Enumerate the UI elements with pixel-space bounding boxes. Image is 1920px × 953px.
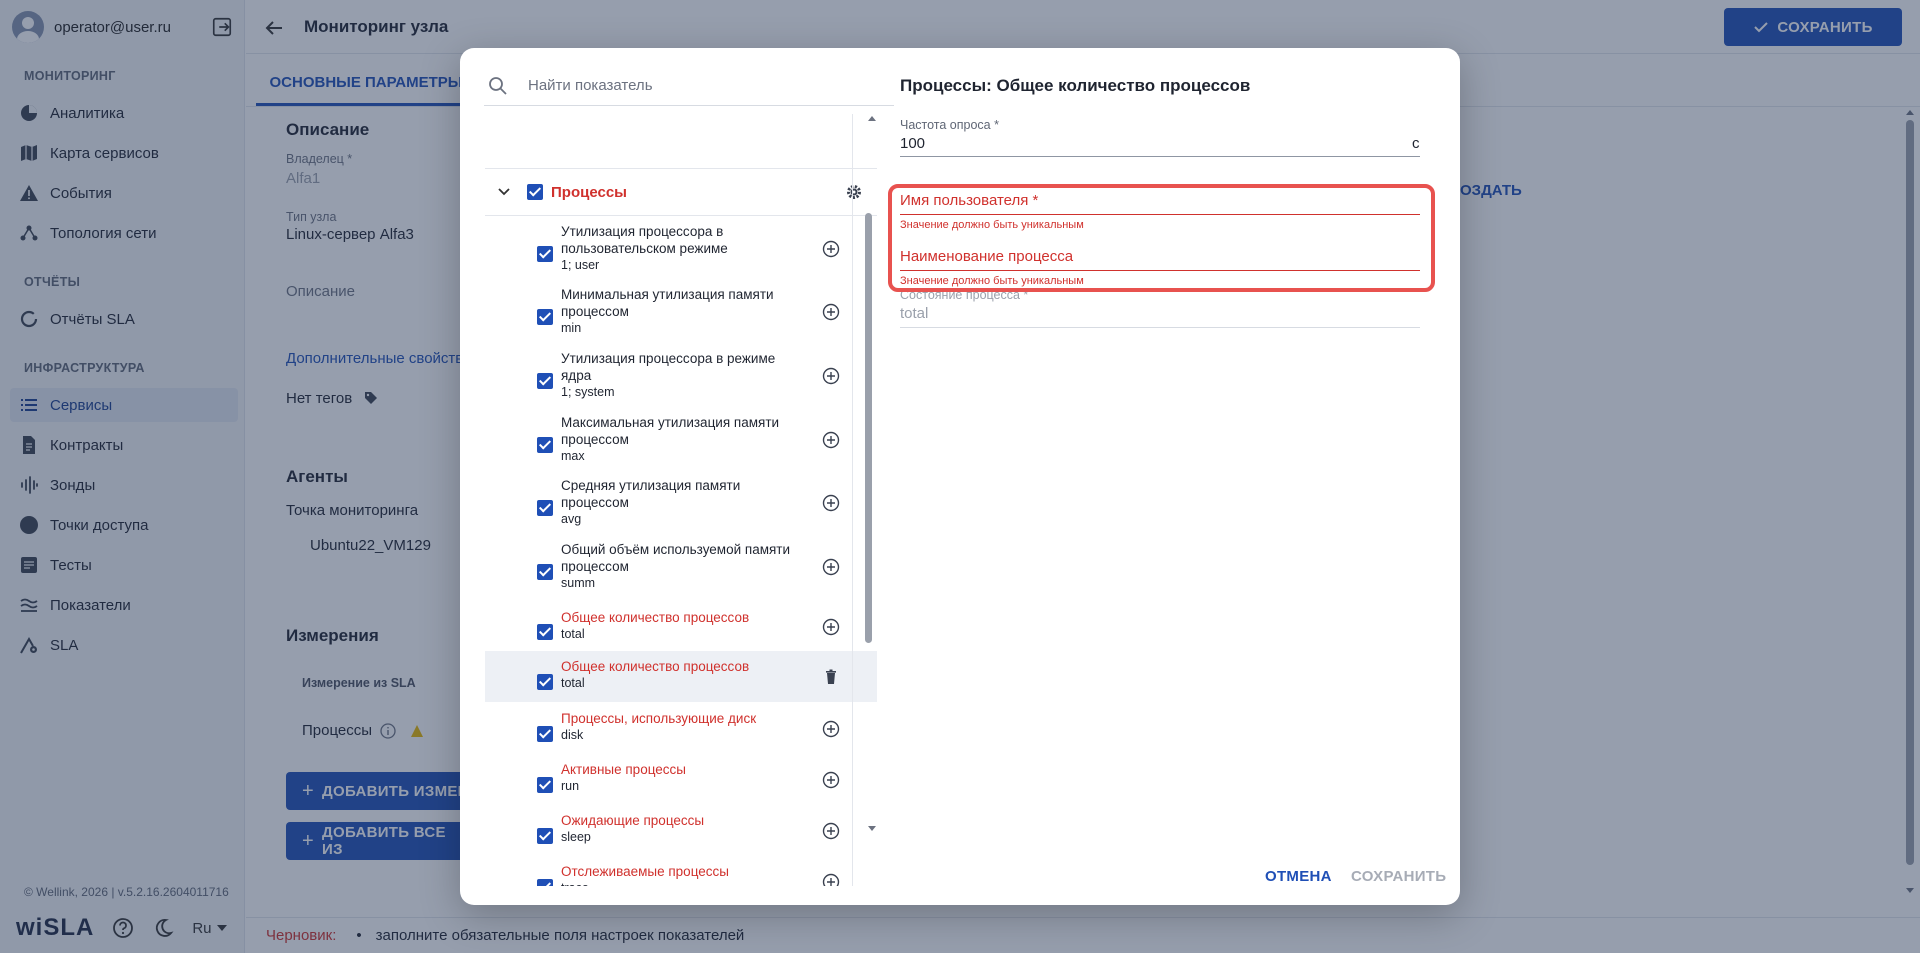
list-item[interactable]: Утилизация процессора в пользовательском… <box>485 217 877 280</box>
add-circle-icon[interactable] <box>822 771 840 789</box>
item-text: Отслеживаемые процессыtrace <box>561 863 791 886</box>
item-name: Минимальная утилизация памяти процессом <box>561 287 774 319</box>
item-checkbox[interactable] <box>537 776 553 793</box>
item-checkbox[interactable] <box>537 308 553 325</box>
item-sub: 1; user <box>561 258 600 272</box>
group-checkbox[interactable] <box>527 184 543 200</box>
list-divider <box>852 114 853 886</box>
group-row-processes[interactable]: Процессы <box>485 168 877 216</box>
list-item[interactable]: Минимальная утилизация памяти процессом m… <box>485 280 877 343</box>
item-name: Максимальная утилизация памяти процессом <box>561 415 780 447</box>
item-sub: summ <box>561 576 596 590</box>
list-scroll-down[interactable] <box>868 826 876 831</box>
group-label: Процессы <box>551 183 627 201</box>
list-item[interactable]: Активные процессы run <box>485 754 877 805</box>
item-name: Средняя утилизация памяти процессом <box>561 478 741 510</box>
detail-title: Процессы: Общее количество процессов <box>900 76 1251 95</box>
list-item[interactable]: Общий объём используемой памяти процессо… <box>485 535 877 598</box>
add-circle-icon[interactable] <box>822 303 840 321</box>
item-name: Общее количество процессов <box>561 610 750 625</box>
item-text: Ожидающие процессы sleep <box>561 812 791 845</box>
poll-label: Частота опроса * <box>900 118 999 132</box>
list-scrollbar[interactable] <box>865 213 872 643</box>
item-sub: max <box>561 449 585 463</box>
item-sub: disk <box>561 728 584 742</box>
gear-icon[interactable] <box>845 183 863 201</box>
item-checkbox[interactable] <box>537 372 553 389</box>
item-sub: total <box>561 627 585 641</box>
cancel-button[interactable]: ОТМЕНА <box>1265 868 1332 885</box>
trash-icon[interactable] <box>822 668 840 686</box>
item-text: Процессы, использующие диск disk <box>561 710 791 743</box>
item-checkbox[interactable] <box>537 245 553 262</box>
add-circle-icon[interactable] <box>822 720 840 738</box>
indicator-dialog: Процессы Утилизация процессора в пользов… <box>460 48 1460 905</box>
item-checkbox[interactable] <box>537 563 553 580</box>
item-text: Минимальная утилизация памяти процессом m… <box>561 286 791 336</box>
add-circle-icon[interactable] <box>822 873 840 887</box>
item-sub: sleep <box>561 830 591 844</box>
list-item[interactable]: Процессы, использующие диск disk <box>485 703 877 754</box>
list-item[interactable]: Максимальная утилизация памяти процессом… <box>485 408 877 471</box>
item-name: Утилизация процессора в режиме ядра <box>561 351 776 383</box>
add-circle-icon[interactable] <box>822 822 840 840</box>
item-checkbox[interactable] <box>537 827 553 844</box>
item-text: Общий объём используемой памяти процессо… <box>561 541 791 591</box>
item-text: Максимальная утилизация памяти процессом… <box>561 414 791 464</box>
item-checkbox[interactable] <box>537 673 553 690</box>
item-text: Общее количество процессов total <box>561 658 791 691</box>
add-circle-icon[interactable] <box>822 240 840 258</box>
item-name: Общее количество процессов <box>561 659 750 674</box>
item-checkbox[interactable] <box>537 499 553 516</box>
chevron-down-icon[interactable] <box>495 183 513 201</box>
item-name: Утилизация процессора в пользовательском… <box>561 224 728 256</box>
item-name: Общий объём используемой памяти процессо… <box>561 542 791 574</box>
list-item[interactable]: Общее количество процессов total <box>485 651 877 702</box>
error-highlight-box <box>888 184 1435 292</box>
item-checkbox[interactable] <box>537 725 553 742</box>
state-underline <box>900 327 1420 328</box>
item-checkbox[interactable] <box>537 436 553 453</box>
item-name: Процессы, использующие диск <box>561 711 757 726</box>
item-checkbox[interactable] <box>537 878 553 886</box>
item-sub: trace <box>561 880 791 886</box>
add-circle-icon[interactable] <box>822 494 840 512</box>
item-text: Утилизация процессора в режиме ядра 1; sy… <box>561 350 791 400</box>
list-scroll-up[interactable] <box>868 116 876 121</box>
item-name: Отслеживаемые процессы <box>561 864 729 879</box>
add-circle-icon[interactable] <box>822 431 840 449</box>
list-item[interactable]: Средняя утилизация памяти процессом avg <box>485 471 877 534</box>
search-icon <box>489 76 507 95</box>
item-sub: min <box>561 321 582 335</box>
add-circle-icon[interactable] <box>822 618 840 636</box>
item-text: Средняя утилизация памяти процессом avg <box>561 477 791 527</box>
search-input[interactable] <box>528 77 878 94</box>
item-sub: 1; system <box>561 385 615 399</box>
add-circle-icon[interactable] <box>822 367 840 385</box>
indicator-list: Процессы Утилизация процессора в пользов… <box>485 114 895 886</box>
item-name: Активные процессы <box>561 762 686 777</box>
item-text: Общее количество процессов total <box>561 609 791 642</box>
item-sub: run <box>561 779 580 793</box>
list-item[interactable]: Утилизация процессора в режиме ядра 1; sy… <box>485 344 877 407</box>
add-circle-icon[interactable] <box>822 558 840 576</box>
poll-unit: с <box>1412 135 1420 152</box>
list-item[interactable]: Общее количество процессов total <box>485 602 877 651</box>
list-item[interactable]: Отслеживаемые процессыtrace <box>485 856 877 886</box>
item-text: Утилизация процессора в пользовательском… <box>561 223 791 273</box>
poll-underline <box>900 156 1420 157</box>
item-sub: avg <box>561 512 582 526</box>
item-checkbox[interactable] <box>537 623 553 640</box>
poll-input[interactable]: 100 <box>900 135 925 152</box>
item-name: Ожидающие процессы <box>561 813 705 828</box>
list-item[interactable]: Ожидающие процессы sleep <box>485 805 877 856</box>
search-box <box>484 66 894 106</box>
state-field: total <box>900 305 929 322</box>
item-sub: total <box>561 676 585 690</box>
dialog-save-button[interactable]: СОХРАНИТЬ <box>1351 868 1446 885</box>
item-text: Активные процессы run <box>561 761 791 794</box>
